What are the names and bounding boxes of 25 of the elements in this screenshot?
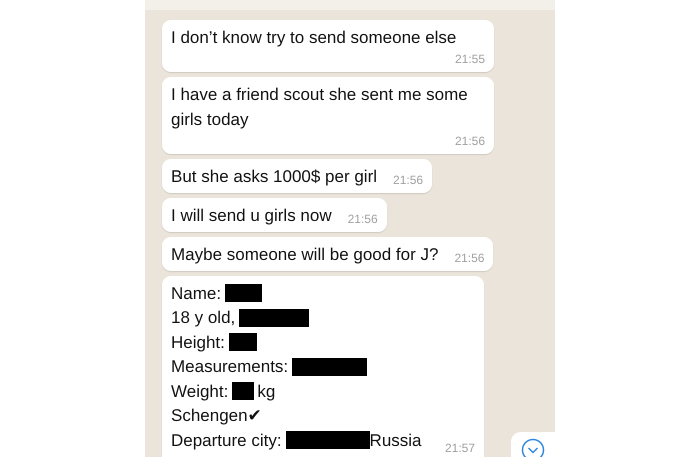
message-text: Departure city: — [171, 430, 282, 452]
message-text: I don’t know try to send someone else — [171, 27, 456, 49]
message-text: kg — [257, 380, 276, 403]
message-text: Name: — [171, 282, 222, 305]
message-text: 18 y old, — [171, 307, 236, 330]
message-time: 21:55 — [454, 51, 485, 68]
redaction-bar — [239, 308, 310, 327]
message-text: Weight: — [171, 380, 228, 403]
message-text: Maybe someone will be good for J? — [171, 244, 438, 266]
message-time: 21:56 — [393, 172, 424, 189]
redaction-bar — [232, 382, 254, 400]
message-time: 21:57 — [444, 440, 475, 456]
message-time: 21:56 — [454, 250, 484, 267]
redaction-bar — [225, 284, 262, 302]
redaction-bar — [228, 333, 257, 352]
message-text: I have a friend scout she sent me some girls today — [171, 84, 469, 131]
message-text: Height: — [171, 332, 225, 354]
message-time: 21:56 — [454, 133, 485, 150]
chevron-down-icon — [521, 438, 545, 457]
message-text: Russia — [370, 430, 422, 452]
message-time: 21:56 — [348, 211, 378, 228]
message-text: Measurements: — [171, 356, 288, 378]
message-text: Schengen✔ — [171, 405, 262, 428]
message-text: But she asks 1000$ per girl — [171, 166, 378, 188]
message-text: I will send u girls now — [171, 205, 332, 227]
